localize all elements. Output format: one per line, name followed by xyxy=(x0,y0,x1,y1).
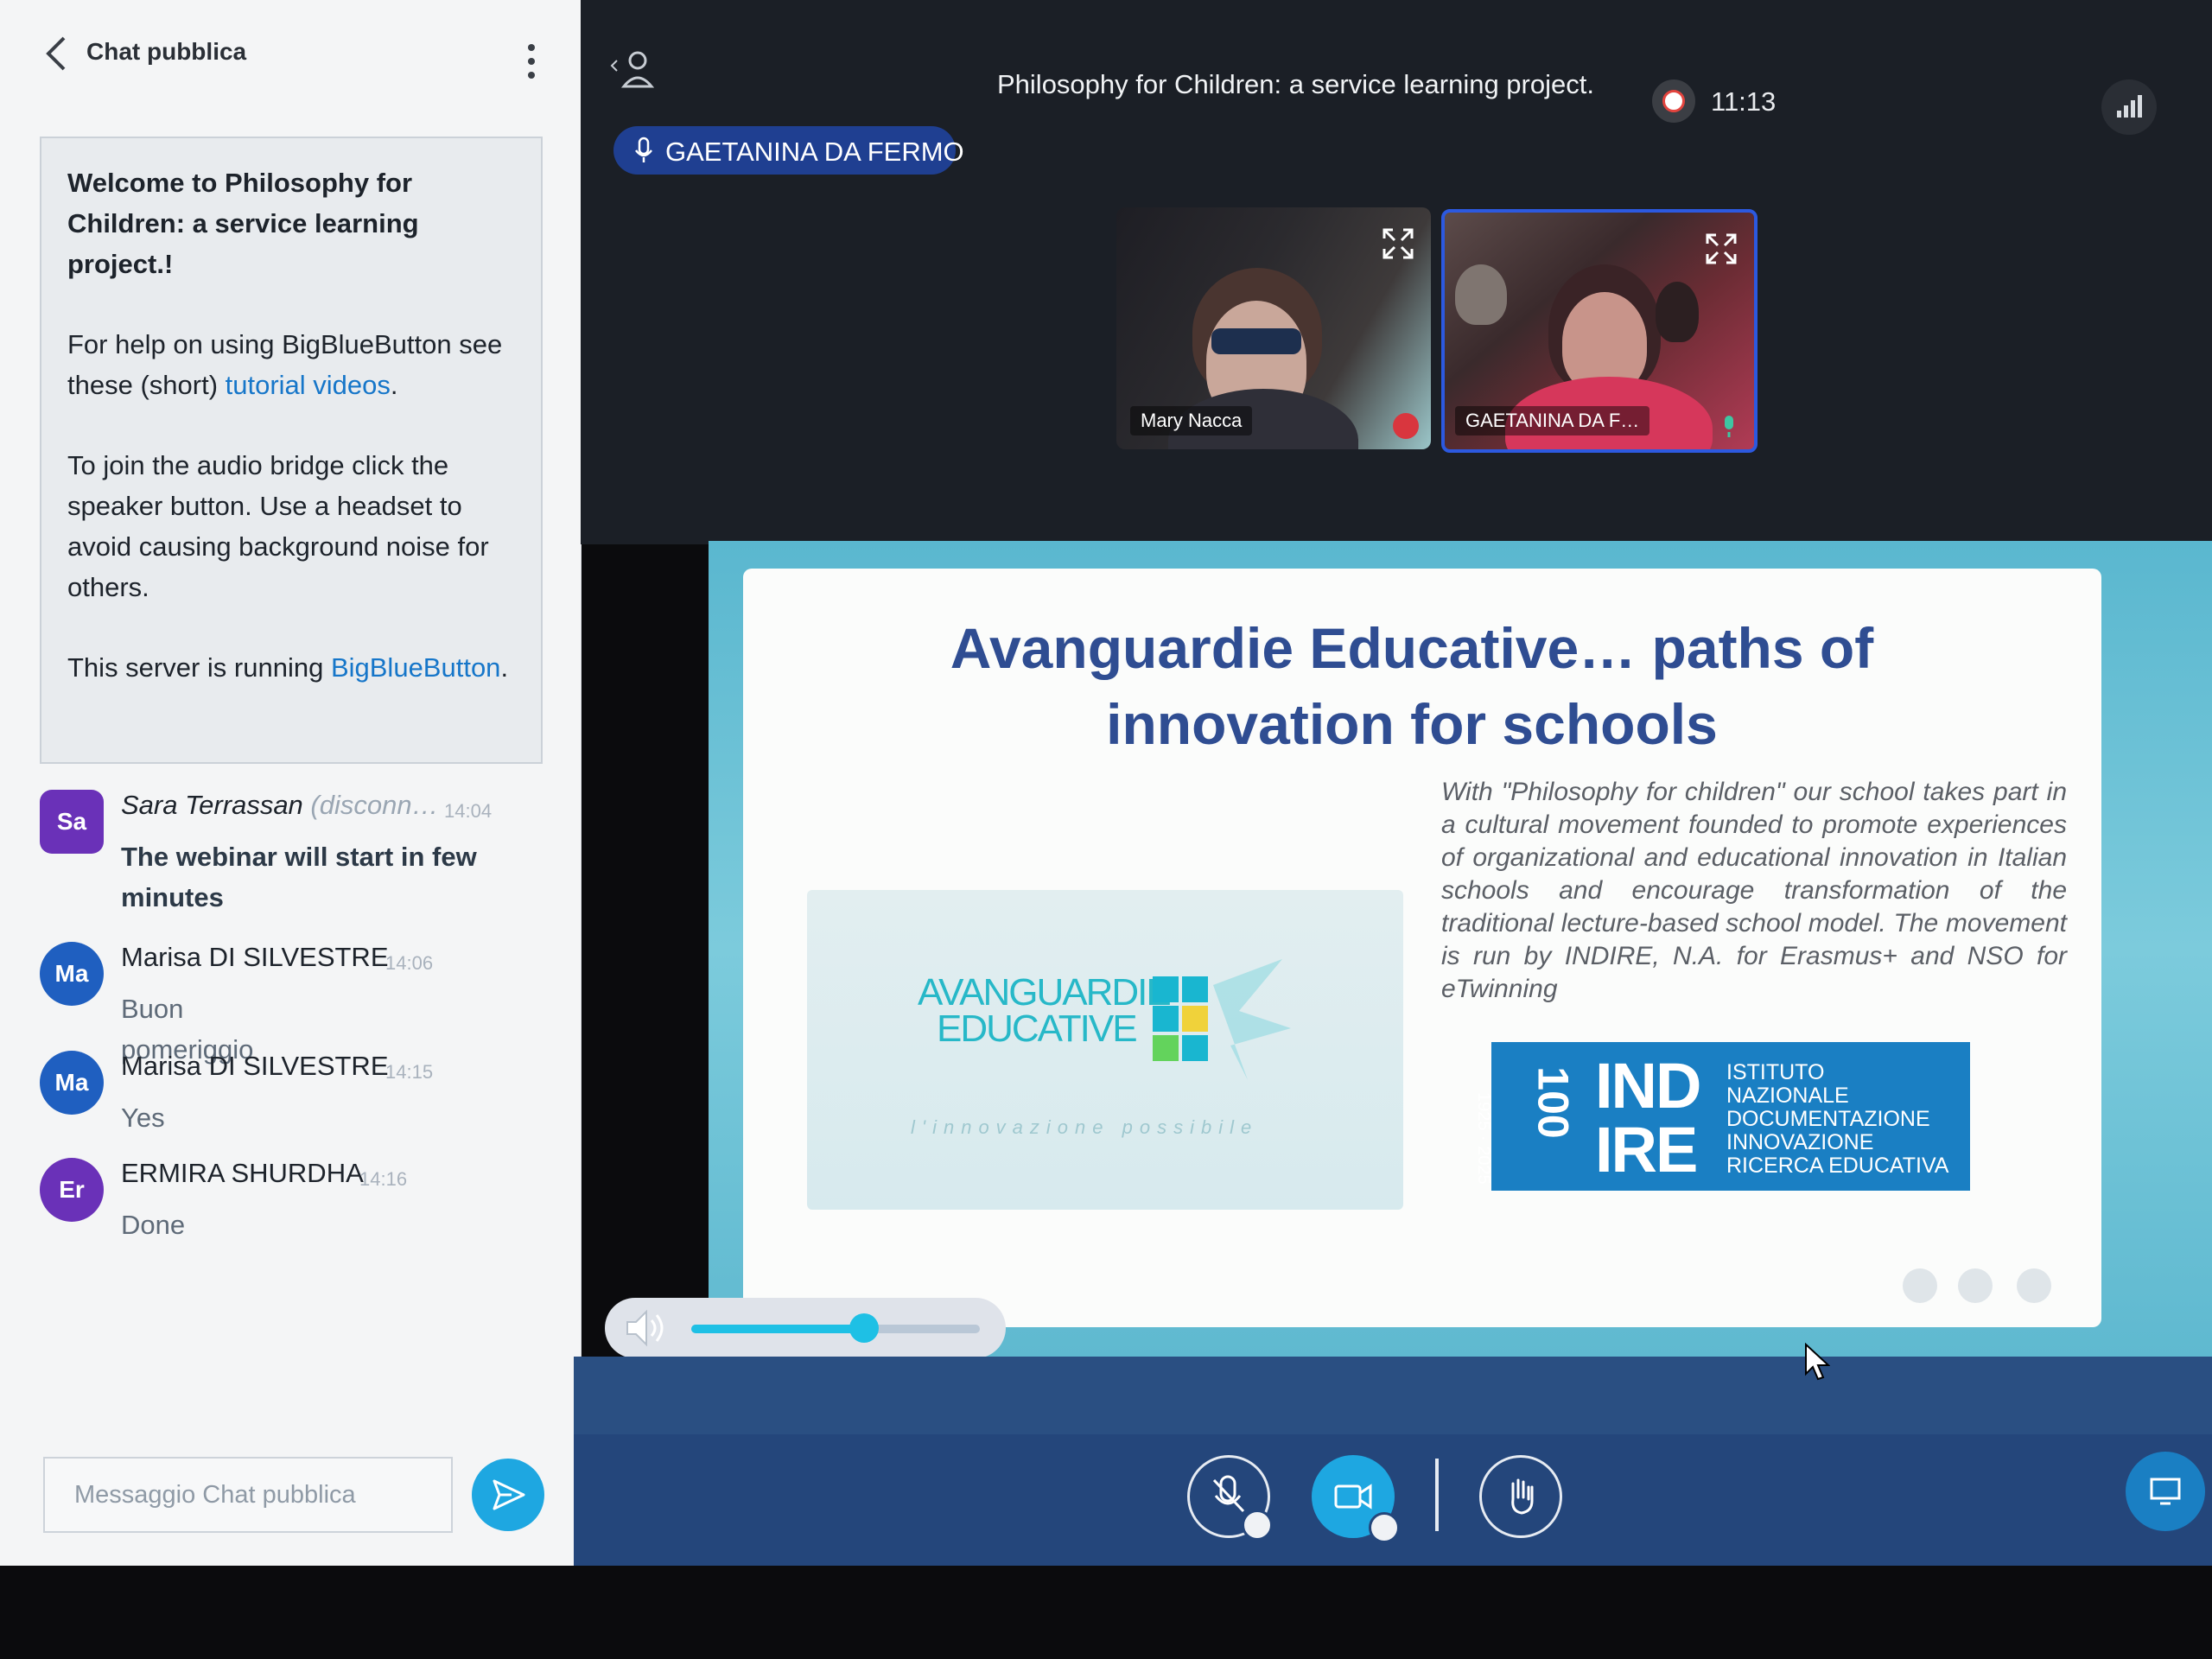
camera-options-dot[interactable] xyxy=(1369,1512,1400,1543)
help-suffix: . xyxy=(390,370,398,400)
avanguardie-educative-logo: AVANGUARDIE EDUCATIVE l'innovazione poss… xyxy=(807,890,1403,1210)
message-text: Done xyxy=(121,1210,186,1240)
toolbar-divider xyxy=(1435,1459,1439,1531)
bottom-strip xyxy=(574,1357,2212,1434)
message-time: 14:06 xyxy=(385,952,434,974)
message-author: Marisa DI SILVESTRE xyxy=(121,1051,389,1081)
author-name: Sara Terrassan xyxy=(121,790,303,820)
expand-icon[interactable] xyxy=(1381,226,1415,261)
indire-wordmark: IND IRE xyxy=(1595,1050,1701,1185)
slide-title-line2: innovation for schools xyxy=(1106,692,1718,756)
avatar-initials: Ma xyxy=(54,960,89,987)
muted-mic-icon xyxy=(1393,413,1419,439)
volume-slider-thumb[interactable] xyxy=(849,1313,880,1343)
tutorial-videos-link[interactable]: tutorial videos xyxy=(226,370,391,400)
unmute-button[interactable] xyxy=(1187,1455,1273,1541)
slide-title-line1: Avanguardie Educative… paths of xyxy=(950,616,1874,680)
video-name: Mary Nacca xyxy=(1130,406,1253,435)
recording-time: 11:13 xyxy=(1711,86,1777,117)
screen-share-button[interactable] xyxy=(2126,1452,2205,1531)
volume-fill xyxy=(691,1325,865,1333)
indire-line: NAZIONALE xyxy=(1726,1084,1849,1108)
meeting-title: Philosophy for Children: a service learn… xyxy=(997,69,1594,99)
avatar: Sa xyxy=(40,790,104,854)
send-icon xyxy=(493,1479,525,1510)
indire-line: DOCUMENTAZIONE xyxy=(1726,1107,1930,1131)
kebab-icon[interactable] xyxy=(518,41,544,81)
slide-menu-button[interactable] xyxy=(1958,1268,1993,1303)
avatar-initials: Er xyxy=(59,1176,85,1203)
message-time: 14:16 xyxy=(359,1168,408,1190)
video-name: GAETANINA DA F… xyxy=(1455,406,1650,435)
mic-icon xyxy=(635,137,652,162)
server-text: This server is running xyxy=(67,652,331,683)
server-suffix: . xyxy=(500,652,509,683)
screen-share-icon xyxy=(2150,1478,2181,1505)
avatar-initials: Sa xyxy=(56,808,87,835)
raise-hand-button[interactable] xyxy=(1479,1455,1562,1538)
connection-icon[interactable] xyxy=(2101,79,2157,135)
chat-title: Chat pubblica xyxy=(86,38,247,65)
mic-icon xyxy=(1725,416,1733,437)
welcome-message: Welcome to Philosophy for Children: a se… xyxy=(40,137,543,764)
expand-icon[interactable] xyxy=(1704,232,1738,266)
author-status: (disconn… xyxy=(310,790,439,820)
avatar: Ma xyxy=(40,1051,104,1115)
indire-full-name: ISTITUTO NAZIONALE DOCUMENTAZIONE INNOVA… xyxy=(1726,1061,1948,1178)
video-tile[interactable]: Mary Nacca xyxy=(1116,207,1431,449)
avatar-initials: Ma xyxy=(54,1069,89,1096)
message-text: Yes xyxy=(121,1103,165,1133)
volume-icon[interactable] xyxy=(622,1306,671,1350)
indire-logo: 1925 · 2025 100 IND IRE ISTITUTO NAZIONA… xyxy=(1474,1042,1970,1191)
raise-hand-icon xyxy=(1511,1478,1534,1515)
slide-body-text: With "Philosophy for children" our schoo… xyxy=(1441,778,2067,1003)
message-time: 14:15 xyxy=(385,1061,434,1083)
ae-tagline: l'innovazione possibile xyxy=(911,1116,1259,1138)
indire-100-text: 100 xyxy=(1529,1066,1578,1139)
indire-line: ISTITUTO xyxy=(1726,1060,1825,1084)
indire-line: RICERCA EDUCATIVA xyxy=(1726,1154,1949,1178)
video-tile-active[interactable]: GAETANINA DA F… xyxy=(1441,209,1758,453)
talker-name: GAETANINA DA FERMO xyxy=(665,137,964,167)
camera-button[interactable] xyxy=(1312,1455,1400,1543)
chat-message-input[interactable]: Messaggio Chat pubblica xyxy=(43,1457,453,1533)
message-time: 14:04 xyxy=(444,800,493,822)
avatar: Ma xyxy=(40,942,104,1006)
ae-logo-mark xyxy=(1153,959,1291,1080)
talking-indicator[interactable]: GAETANINA DA FERMO xyxy=(613,126,964,175)
welcome-heading: Welcome to Philosophy for Children: a se… xyxy=(67,168,419,279)
volume-control[interactable] xyxy=(605,1298,1006,1358)
audio-options-dot[interactable] xyxy=(1242,1510,1273,1541)
indire-big2: IRE xyxy=(1595,1114,1698,1185)
record-icon[interactable] xyxy=(1652,79,1695,123)
audio-help-text: To join the audio bridge click the speak… xyxy=(67,450,489,602)
back-icon[interactable] xyxy=(41,35,71,73)
indire-big1: IND xyxy=(1595,1050,1701,1122)
ae-line2: EDUCATIVE xyxy=(937,1007,1138,1050)
message-author: Sara Terrassan (disconn… xyxy=(121,790,439,821)
slide-title: Avanguardie Educative… paths of innovati… xyxy=(760,610,2063,762)
ae-logo-text: AVANGUARDIE EDUCATIVE xyxy=(918,971,1172,1050)
mouse-cursor-icon xyxy=(1805,1343,1830,1381)
message-text: The webinar will start in few minutes xyxy=(121,842,477,912)
bigbluebutton-link[interactable]: BigBlueButton xyxy=(331,652,500,683)
indire-100: 100 xyxy=(1528,1066,1580,1138)
previous-slide-button[interactable] xyxy=(1903,1268,1937,1303)
message-author: Marisa DI SILVESTRE xyxy=(121,942,389,972)
user-list-icon[interactable] xyxy=(608,48,657,92)
indire-years: 1925 · 2025 xyxy=(1474,1092,1493,1185)
chat-panel: Chat pubblica Welcome to Philosophy for … xyxy=(0,0,582,1566)
next-slide-button[interactable] xyxy=(2017,1268,2051,1303)
send-button[interactable] xyxy=(472,1459,544,1531)
indire-line: INNOVAZIONE xyxy=(1726,1130,1874,1154)
ae-line1: AVANGUARDIE xyxy=(918,971,1172,1014)
message-author: ERMIRA SHURDHA xyxy=(121,1158,364,1188)
chat-header: Chat pubblica xyxy=(0,0,581,112)
avatar: Er xyxy=(40,1158,104,1222)
